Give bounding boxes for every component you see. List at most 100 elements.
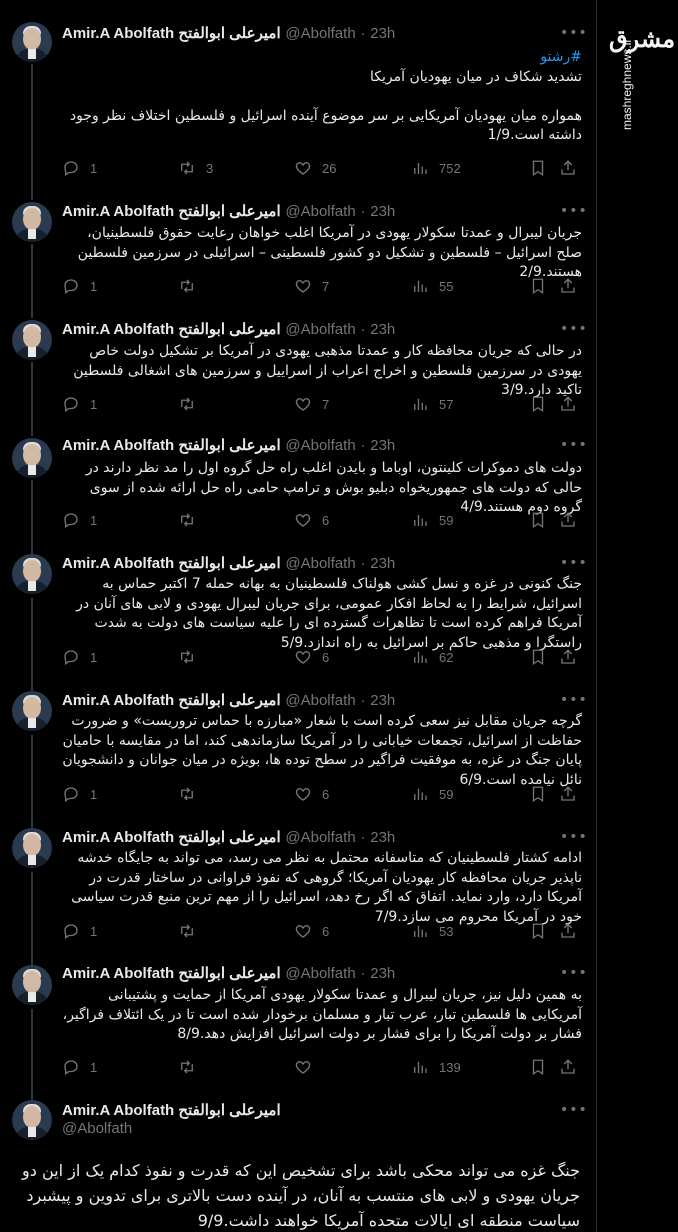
like-button[interactable] bbox=[294, 1057, 322, 1077]
retweet-button[interactable] bbox=[178, 784, 206, 804]
reply-button[interactable]: 1 bbox=[62, 158, 97, 178]
like-button[interactable]: 6 bbox=[294, 784, 329, 804]
avatar[interactable] bbox=[12, 554, 52, 594]
tweet[interactable]: Amir.A Abolfath امیرعلی ابوالفتح @Abolfa… bbox=[0, 190, 596, 308]
author-handle[interactable]: @Abolfath bbox=[285, 555, 355, 572]
share-button[interactable] bbox=[559, 394, 577, 414]
retweet-button[interactable] bbox=[178, 276, 206, 296]
tweet[interactable]: Amir.A Abolfath امیرعلی ابوالفتح @Abolfa… bbox=[0, 308, 596, 426]
timestamp[interactable]: 23h bbox=[370, 965, 395, 982]
like-button[interactable]: 7 bbox=[294, 394, 329, 414]
author-name[interactable]: Amir.A Abolfath امیرعلی ابوالفتح bbox=[62, 692, 281, 709]
like-button[interactable]: 26 bbox=[294, 158, 336, 178]
reply-button[interactable]: 1 bbox=[62, 276, 97, 296]
more-icon[interactable]: ••• bbox=[560, 1102, 587, 1122]
retweet-button[interactable]: 3 bbox=[178, 158, 213, 178]
focused-tweet[interactable]: Amir.A Abolfath امیرعلی ابوالفتح @Abolfa… bbox=[0, 1092, 596, 1232]
share-button[interactable] bbox=[559, 158, 577, 178]
more-icon[interactable]: ••• bbox=[560, 25, 587, 45]
bookmark-button[interactable] bbox=[529, 1057, 547, 1077]
views-button[interactable]: 53 bbox=[411, 921, 453, 941]
author-name[interactable]: Amir.A Abolfath امیرعلی ابوالفتح bbox=[62, 25, 281, 42]
bookmark-button[interactable] bbox=[529, 647, 547, 667]
author-name[interactable]: Amir.A Abolfath امیرعلی ابوالفتح bbox=[62, 965, 281, 982]
author-handle[interactable]: @Abolfath bbox=[62, 1120, 132, 1137]
author-name[interactable]: Amir.A Abolfath امیرعلی ابوالفتح bbox=[62, 1102, 281, 1119]
views-button[interactable]: 59 bbox=[411, 510, 453, 530]
bookmark-button[interactable] bbox=[529, 921, 547, 941]
tweet[interactable]: Amir.A Abolfath امیرعلی ابوالفتح @Abolfa… bbox=[0, 818, 596, 955]
timestamp[interactable]: 23h bbox=[370, 555, 395, 572]
tweet[interactable]: Amir.A Abolfath امیرعلی ابوالفتح @Abolfa… bbox=[0, 0, 596, 190]
views-button[interactable]: 59 bbox=[411, 784, 453, 804]
share-button[interactable] bbox=[559, 647, 577, 667]
retweet-button[interactable] bbox=[178, 394, 206, 414]
like-button[interactable]: 6 bbox=[294, 510, 329, 530]
author-handle[interactable]: @Abolfath bbox=[285, 25, 355, 42]
more-icon[interactable]: ••• bbox=[560, 203, 587, 223]
reply-button[interactable]: 1 bbox=[62, 394, 97, 414]
more-icon[interactable]: ••• bbox=[560, 965, 587, 985]
author-handle[interactable]: @Abolfath bbox=[285, 203, 355, 220]
author-handle[interactable]: @Abolfath bbox=[285, 437, 355, 454]
avatar[interactable] bbox=[12, 438, 52, 478]
avatar[interactable] bbox=[12, 202, 52, 242]
avatar[interactable] bbox=[12, 320, 52, 360]
reply-button[interactable]: 1 bbox=[62, 784, 97, 804]
reply-button[interactable]: 1 bbox=[62, 647, 97, 667]
timestamp[interactable]: 23h bbox=[370, 321, 395, 338]
author-name[interactable]: Amir.A Abolfath امیرعلی ابوالفتح bbox=[62, 203, 281, 220]
author-name[interactable]: Amir.A Abolfath امیرعلی ابوالفتح bbox=[62, 437, 281, 454]
bookmark-button[interactable] bbox=[529, 784, 547, 804]
views-button[interactable]: 752 bbox=[411, 158, 461, 178]
bookmark-button[interactable] bbox=[529, 510, 547, 530]
share-button[interactable] bbox=[559, 784, 577, 804]
author-name[interactable]: Amir.A Abolfath امیرعلی ابوالفتح bbox=[62, 321, 281, 338]
more-icon[interactable]: ••• bbox=[560, 321, 587, 341]
like-button[interactable]: 6 bbox=[294, 921, 329, 941]
tweet[interactable]: Amir.A Abolfath امیرعلی ابوالفتح @Abolfa… bbox=[0, 426, 596, 544]
author-handle[interactable]: @Abolfath bbox=[285, 829, 355, 846]
retweet-button[interactable] bbox=[178, 647, 206, 667]
like-button[interactable]: 6 bbox=[294, 647, 329, 667]
reply-button[interactable]: 1 bbox=[62, 510, 97, 530]
bookmark-button[interactable] bbox=[529, 158, 547, 178]
share-button[interactable] bbox=[559, 276, 577, 296]
timestamp[interactable]: 23h bbox=[370, 829, 395, 846]
tweet[interactable]: Amir.A Abolfath امیرعلی ابوالفتح @Abolfa… bbox=[0, 955, 596, 1092]
tweet[interactable]: Amir.A Abolfath امیرعلی ابوالفتح @Abolfa… bbox=[0, 544, 596, 681]
avatar[interactable] bbox=[12, 22, 52, 62]
avatar[interactable] bbox=[12, 1100, 52, 1140]
timestamp[interactable]: 23h bbox=[370, 437, 395, 454]
retweet-button[interactable] bbox=[178, 921, 206, 941]
share-button[interactable] bbox=[559, 510, 577, 530]
avatar[interactable] bbox=[12, 828, 52, 868]
bookmark-button[interactable] bbox=[529, 276, 547, 296]
author-handle[interactable]: @Abolfath bbox=[285, 965, 355, 982]
timestamp[interactable]: 23h bbox=[370, 25, 395, 42]
more-icon[interactable]: ••• bbox=[560, 437, 587, 457]
more-icon[interactable]: ••• bbox=[560, 555, 587, 575]
avatar[interactable] bbox=[12, 691, 52, 731]
retweet-button[interactable] bbox=[178, 510, 206, 530]
reply-button[interactable]: 1 bbox=[62, 921, 97, 941]
author-handle[interactable]: @Abolfath bbox=[285, 321, 355, 338]
more-icon[interactable]: ••• bbox=[560, 829, 587, 849]
views-button[interactable]: 57 bbox=[411, 394, 453, 414]
share-button[interactable] bbox=[559, 1057, 577, 1077]
timestamp[interactable]: 23h bbox=[370, 203, 395, 220]
views-button[interactable]: 62 bbox=[411, 647, 453, 667]
views-button[interactable]: 139 bbox=[411, 1057, 461, 1077]
views-button[interactable]: 55 bbox=[411, 276, 453, 296]
bookmark-button[interactable] bbox=[529, 394, 547, 414]
reply-button[interactable]: 1 bbox=[62, 1057, 97, 1077]
retweet-button[interactable] bbox=[178, 1057, 206, 1077]
like-button[interactable]: 7 bbox=[294, 276, 329, 296]
tweet[interactable]: Amir.A Abolfath امیرعلی ابوالفتح @Abolfa… bbox=[0, 681, 596, 818]
hashtag-link[interactable]: #رشتو bbox=[540, 49, 582, 65]
share-button[interactable] bbox=[559, 921, 577, 941]
more-icon[interactable]: ••• bbox=[560, 692, 587, 712]
author-handle[interactable]: @Abolfath bbox=[285, 692, 355, 709]
avatar[interactable] bbox=[12, 965, 52, 1005]
author-name[interactable]: Amir.A Abolfath امیرعلی ابوالفتح bbox=[62, 555, 281, 572]
